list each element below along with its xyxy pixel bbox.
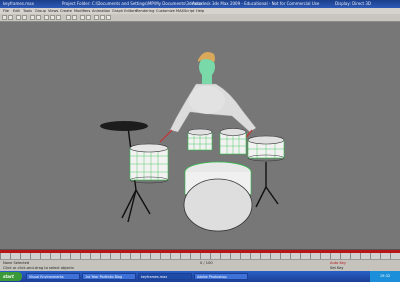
task-photoshop[interactable]: Adobe Photoshop — [194, 273, 248, 280]
select-by-name-icon[interactable] — [36, 15, 41, 20]
snap-icon[interactable] — [66, 15, 71, 20]
selection-status: None Selected — [3, 261, 30, 265]
menu-animation[interactable]: Animation — [92, 9, 110, 13]
drum-kit-scene — [100, 52, 285, 232]
material-editor-icon[interactable] — [94, 15, 99, 20]
perspective-viewport[interactable] — [0, 22, 400, 249]
menu-create[interactable]: Create — [60, 9, 72, 13]
title-project: Project Folder: C:\Documents and Setting… — [62, 1, 203, 6]
system-clock: 19:32 — [370, 271, 400, 282]
auto-key-button[interactable]: Auto Key — [330, 261, 346, 265]
menu-help[interactable]: Help — [196, 9, 204, 13]
menu-maxscript[interactable]: MAXScript — [176, 9, 194, 13]
bass-drum — [183, 161, 253, 232]
unlink-icon[interactable] — [22, 15, 27, 20]
rack-tom-right — [219, 128, 247, 155]
title-display: Display: Direct 3D — [335, 1, 371, 6]
menu-customize[interactable]: Customize — [156, 9, 175, 13]
render-setup-icon[interactable] — [100, 15, 105, 20]
main-toolbar — [0, 14, 400, 22]
rack-tom-left — [187, 128, 213, 151]
redo-icon[interactable] — [8, 15, 13, 20]
cymbal — [100, 121, 148, 131]
task-portfolio-blog[interactable]: 1st Year Portfolio Blog — [82, 273, 136, 280]
title-app: Autodesk 3ds Max 2009 - Educational - No… — [192, 1, 320, 6]
floor-tom — [247, 135, 285, 162]
menu-tools[interactable]: Tools — [23, 9, 32, 13]
prompt-line: Click or click-and-drag to select object… — [3, 266, 74, 270]
menu-rendering[interactable]: Rendering — [136, 9, 154, 13]
start-button[interactable]: start — [0, 272, 22, 281]
render-icon[interactable] — [106, 15, 111, 20]
undo-icon[interactable] — [2, 15, 7, 20]
snare-drum — [129, 143, 169, 184]
windows-taskbar: start Visual Environments 1st Year Portf… — [0, 271, 400, 282]
link-icon[interactable] — [16, 15, 21, 20]
task-keyframes[interactable]: keyframes.max — [138, 273, 192, 280]
window-titlebar: keyframes.max Project Folder: C:\Documen… — [0, 0, 400, 8]
move-icon[interactable] — [44, 15, 49, 20]
drummer-figure — [159, 52, 257, 143]
title-file: keyframes.max — [3, 1, 34, 6]
set-key-button[interactable]: Set Key — [330, 266, 344, 270]
menu-file[interactable]: File — [3, 9, 9, 13]
menu-modifiers[interactable]: Modifiers — [74, 9, 90, 13]
menu-graph-editors[interactable]: Graph Editors — [112, 9, 137, 13]
angle-snap-icon[interactable] — [72, 15, 77, 20]
scale-icon[interactable] — [56, 15, 61, 20]
floor-tom-stand — [255, 162, 279, 208]
frame-counter[interactable]: 0 / 100 — [200, 261, 213, 265]
task-visual-environments[interactable]: Visual Environments — [26, 273, 80, 280]
menu-group[interactable]: Group — [35, 9, 46, 13]
select-icon[interactable] — [30, 15, 35, 20]
rotate-icon[interactable] — [50, 15, 55, 20]
bass-drum-head — [183, 178, 253, 232]
align-icon[interactable] — [86, 15, 91, 20]
menu-views[interactable]: Views — [48, 9, 58, 13]
mirror-icon[interactable] — [80, 15, 85, 20]
menu-edit[interactable]: Edit — [13, 9, 20, 13]
